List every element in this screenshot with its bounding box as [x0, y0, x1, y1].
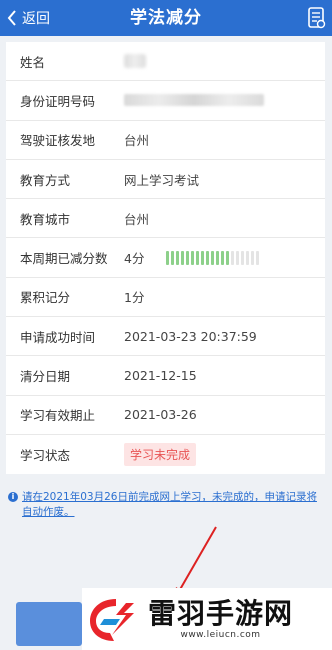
- progress-segment: [246, 250, 250, 265]
- info-row-valid-until: 学习有效期止 2021-03-26: [6, 396, 325, 435]
- row-value: 台州: [124, 211, 150, 227]
- progress-segment: [201, 250, 205, 265]
- notice-text[interactable]: 请在2021年03月26日前完成网上学习，未完成的，申请记录将自动作废。: [22, 490, 324, 520]
- row-label: 教育方式: [20, 172, 71, 188]
- progress-segment: [176, 250, 180, 265]
- row-label: 驾驶证核发地: [20, 133, 96, 149]
- back-label: 返回: [22, 11, 50, 27]
- progress-bar: [166, 250, 260, 265]
- document-list-icon[interactable]: [308, 7, 326, 29]
- name-value: [124, 54, 146, 69]
- row-label: 身份证明号码: [20, 93, 96, 109]
- row-value: 4分: [124, 251, 145, 267]
- info-row-method: 教育方式 网上学习考试: [6, 160, 325, 200]
- row-label: 姓名: [20, 54, 46, 70]
- row-label: 学习状态: [20, 448, 71, 464]
- progress-segment: [181, 250, 185, 265]
- row-value: 台州: [124, 133, 150, 149]
- watermark-url: www.leiucn.com: [180, 630, 261, 640]
- progress-segment: [206, 250, 210, 265]
- blurred-name: [124, 54, 146, 69]
- blurred-id: [124, 94, 264, 107]
- row-label: 申请成功时间: [20, 329, 96, 345]
- progress-segment: [196, 250, 200, 265]
- status-value: 学习未完成: [124, 443, 197, 467]
- progress-segment: [256, 250, 260, 265]
- row-value: 1分: [124, 290, 145, 306]
- row-value: 网上学习考试: [124, 172, 200, 188]
- progress-segment: [171, 250, 175, 265]
- info-row-id: 身份证明号码: [6, 81, 325, 121]
- progress-segment: [211, 250, 215, 265]
- info-row-name: 姓名: [6, 42, 325, 82]
- chevron-left-icon: [7, 10, 16, 26]
- primary-action-button[interactable]: [16, 602, 82, 646]
- info-row-reduced-points: 本周期已减分数 4分: [6, 238, 325, 278]
- progress-segment: [186, 250, 190, 265]
- progress-segment: [226, 250, 230, 265]
- header-bar: 返回 学法减分: [0, 0, 332, 36]
- id-value: [124, 94, 264, 107]
- info-icon: i: [8, 492, 18, 502]
- progress-segment: [236, 250, 240, 265]
- progress-segment: [166, 250, 170, 265]
- info-row-city: 教育城市 台州: [6, 199, 325, 239]
- info-row-status: 学习状态 学习未完成: [6, 435, 325, 474]
- row-label: 学习有效期止: [20, 408, 96, 424]
- progress-segment: [251, 250, 255, 265]
- progress-segment: [191, 250, 195, 265]
- progress-segment: [221, 250, 225, 265]
- row-label: 教育城市: [20, 211, 71, 227]
- row-label: 本周期已减分数: [20, 251, 108, 267]
- row-label: 累积记分: [20, 290, 71, 306]
- info-row-clear-date: 清分日期 2021-12-15: [6, 356, 325, 396]
- row-label: 清分日期: [20, 369, 71, 385]
- progress-segment: [216, 250, 220, 265]
- progress-segment: [241, 250, 245, 265]
- info-row-issue-place: 驾驶证核发地 台州: [6, 121, 325, 160]
- back-button[interactable]: 返回: [6, 0, 50, 36]
- info-card: 姓名 身份证明号码 驾驶证核发地 台州 教育方式 网上学习考试 教育城市 台州 …: [6, 42, 325, 475]
- row-value: 2021-12-15: [124, 368, 197, 384]
- notice-message: i 请在2021年03月26日前完成网上学习，未完成的，申请记录将自动作废。: [8, 490, 324, 520]
- watermark-text: 雷羽手游网 www.leiucn.com: [148, 597, 294, 641]
- row-value: 2021-03-23 20:37:59: [124, 328, 257, 344]
- site-logo-icon: [90, 599, 134, 641]
- info-row-accumulated: 累积记分 1分: [6, 278, 325, 318]
- info-row-apply-time: 申请成功时间 2021-03-23 20:37:59: [6, 317, 325, 357]
- progress-segment: [231, 250, 235, 265]
- reduced-points-value: 4分: [124, 248, 260, 267]
- watermark: 雷羽手游网 www.leiucn.com: [82, 588, 332, 650]
- row-value: 2021-03-26: [124, 407, 197, 423]
- watermark-name: 雷羽手游网: [148, 597, 294, 630]
- status-badge: 学习未完成: [124, 443, 197, 467]
